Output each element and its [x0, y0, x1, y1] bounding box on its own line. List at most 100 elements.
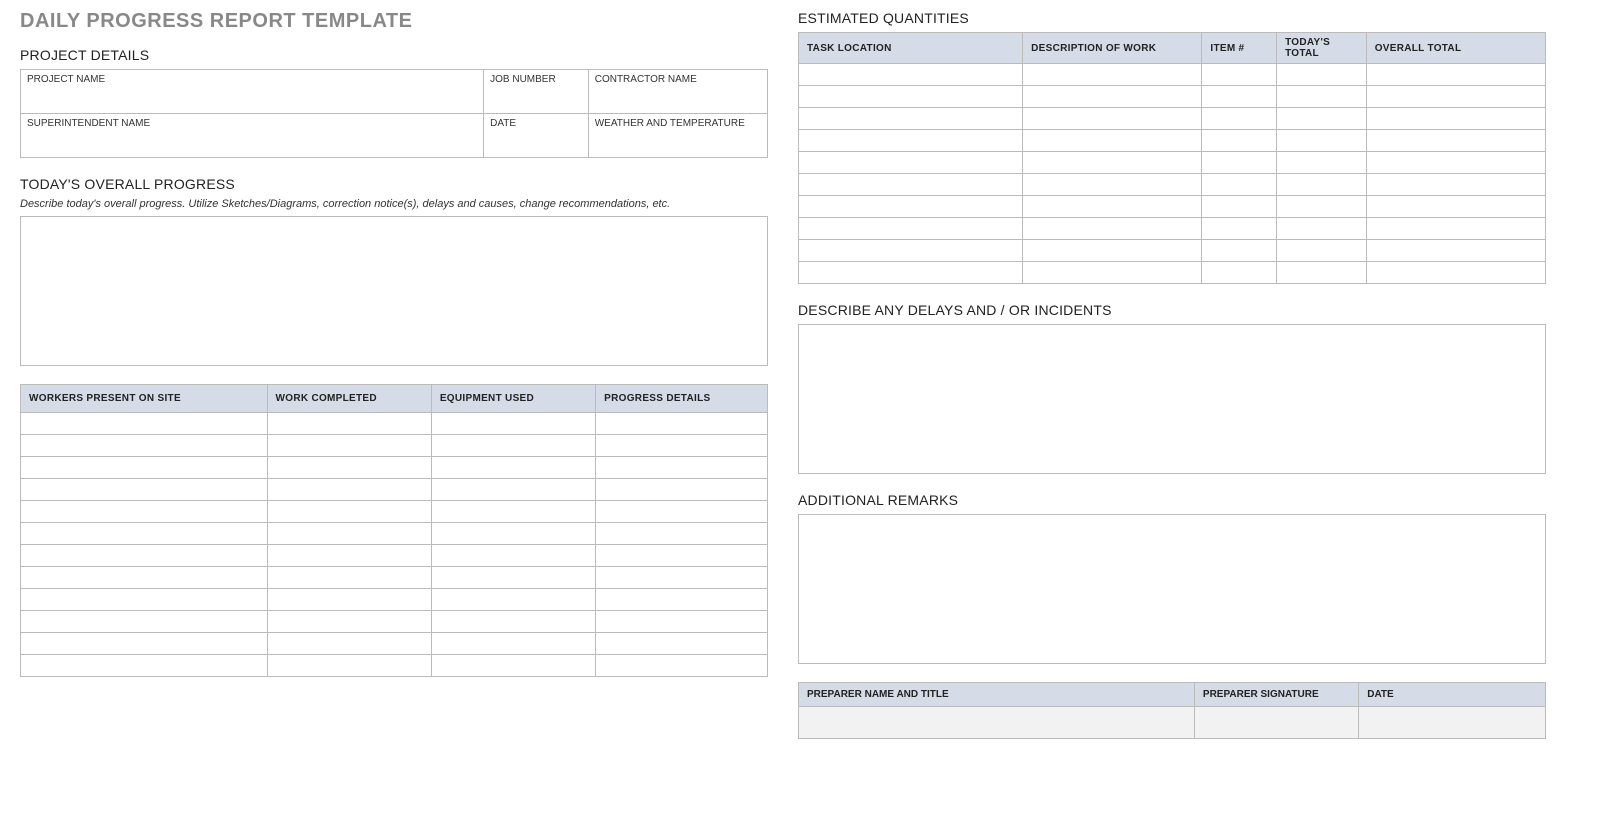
table-cell[interactable]: [799, 218, 1023, 240]
table-cell[interactable]: [1277, 86, 1367, 108]
table-cell[interactable]: [431, 611, 595, 633]
project-name-input[interactable]: [21, 86, 484, 114]
table-cell[interactable]: [431, 413, 595, 435]
table-cell[interactable]: [1277, 64, 1367, 86]
table-cell[interactable]: [596, 655, 768, 677]
table-cell[interactable]: [799, 196, 1023, 218]
overall-progress-textarea[interactable]: [20, 216, 768, 366]
table-cell[interactable]: [1202, 152, 1277, 174]
table-cell[interactable]: [596, 633, 768, 655]
table-cell[interactable]: [21, 545, 268, 567]
table-cell[interactable]: [1277, 108, 1367, 130]
superintendent-input[interactable]: [21, 130, 484, 158]
table-cell[interactable]: [799, 152, 1023, 174]
table-cell[interactable]: [21, 457, 268, 479]
table-cell[interactable]: [21, 523, 268, 545]
table-cell[interactable]: [1202, 130, 1277, 152]
table-cell[interactable]: [596, 457, 768, 479]
table-cell[interactable]: [1366, 262, 1545, 284]
table-cell[interactable]: [596, 435, 768, 457]
table-cell[interactable]: [267, 413, 431, 435]
table-cell[interactable]: [596, 413, 768, 435]
table-cell[interactable]: [1023, 218, 1202, 240]
table-cell[interactable]: [1202, 174, 1277, 196]
table-cell[interactable]: [267, 545, 431, 567]
table-cell[interactable]: [799, 262, 1023, 284]
table-cell[interactable]: [1366, 196, 1545, 218]
table-cell[interactable]: [1023, 64, 1202, 86]
table-cell[interactable]: [1202, 108, 1277, 130]
table-cell[interactable]: [21, 589, 268, 611]
table-cell[interactable]: [267, 567, 431, 589]
table-cell[interactable]: [21, 501, 268, 523]
table-cell[interactable]: [596, 567, 768, 589]
weather-input[interactable]: [588, 130, 767, 158]
table-cell[interactable]: [596, 523, 768, 545]
table-cell[interactable]: [1023, 86, 1202, 108]
table-cell[interactable]: [1366, 130, 1545, 152]
table-cell[interactable]: [431, 457, 595, 479]
table-cell[interactable]: [267, 589, 431, 611]
table-cell[interactable]: [1023, 196, 1202, 218]
table-cell[interactable]: [596, 545, 768, 567]
table-cell[interactable]: [21, 479, 268, 501]
table-cell[interactable]: [21, 655, 268, 677]
table-cell[interactable]: [431, 435, 595, 457]
table-cell[interactable]: [21, 413, 268, 435]
table-cell[interactable]: [1202, 218, 1277, 240]
table-cell[interactable]: [267, 523, 431, 545]
table-cell[interactable]: [1277, 218, 1367, 240]
table-cell[interactable]: [431, 567, 595, 589]
table-cell[interactable]: [1202, 86, 1277, 108]
table-cell[interactable]: [21, 633, 268, 655]
preparer-date-input[interactable]: [1359, 707, 1546, 739]
table-cell[interactable]: [1277, 196, 1367, 218]
preparer-name-input[interactable]: [799, 707, 1195, 739]
table-cell[interactable]: [1366, 240, 1545, 262]
table-cell[interactable]: [1277, 174, 1367, 196]
table-cell[interactable]: [799, 108, 1023, 130]
table-cell[interactable]: [799, 174, 1023, 196]
table-cell[interactable]: [1366, 108, 1545, 130]
table-cell[interactable]: [1202, 262, 1277, 284]
table-cell[interactable]: [799, 130, 1023, 152]
table-cell[interactable]: [1023, 174, 1202, 196]
job-number-input[interactable]: [484, 86, 589, 114]
table-cell[interactable]: [1277, 240, 1367, 262]
table-cell[interactable]: [431, 479, 595, 501]
table-cell[interactable]: [1277, 262, 1367, 284]
table-cell[interactable]: [799, 64, 1023, 86]
table-cell[interactable]: [1023, 262, 1202, 284]
contractor-input[interactable]: [588, 86, 767, 114]
table-cell[interactable]: [1202, 196, 1277, 218]
table-cell[interactable]: [1023, 240, 1202, 262]
table-cell[interactable]: [431, 523, 595, 545]
table-cell[interactable]: [431, 501, 595, 523]
table-cell[interactable]: [267, 655, 431, 677]
remarks-textarea[interactable]: [798, 514, 1546, 664]
table-cell[interactable]: [596, 611, 768, 633]
table-cell[interactable]: [1366, 64, 1545, 86]
table-cell[interactable]: [1277, 152, 1367, 174]
preparer-signature-input[interactable]: [1194, 707, 1358, 739]
table-cell[interactable]: [799, 240, 1023, 262]
delays-textarea[interactable]: [798, 324, 1546, 474]
table-cell[interactable]: [1023, 130, 1202, 152]
table-cell[interactable]: [1202, 240, 1277, 262]
table-cell[interactable]: [1023, 152, 1202, 174]
table-cell[interactable]: [21, 611, 268, 633]
table-cell[interactable]: [267, 435, 431, 457]
table-cell[interactable]: [267, 633, 431, 655]
table-cell[interactable]: [1366, 86, 1545, 108]
table-cell[interactable]: [596, 479, 768, 501]
table-cell[interactable]: [431, 545, 595, 567]
table-cell[interactable]: [267, 479, 431, 501]
table-cell[interactable]: [267, 611, 431, 633]
table-cell[interactable]: [1202, 64, 1277, 86]
table-cell[interactable]: [1023, 108, 1202, 130]
date-input[interactable]: [484, 130, 589, 158]
table-cell[interactable]: [799, 86, 1023, 108]
table-cell[interactable]: [431, 589, 595, 611]
table-cell[interactable]: [267, 501, 431, 523]
table-cell[interactable]: [1366, 152, 1545, 174]
